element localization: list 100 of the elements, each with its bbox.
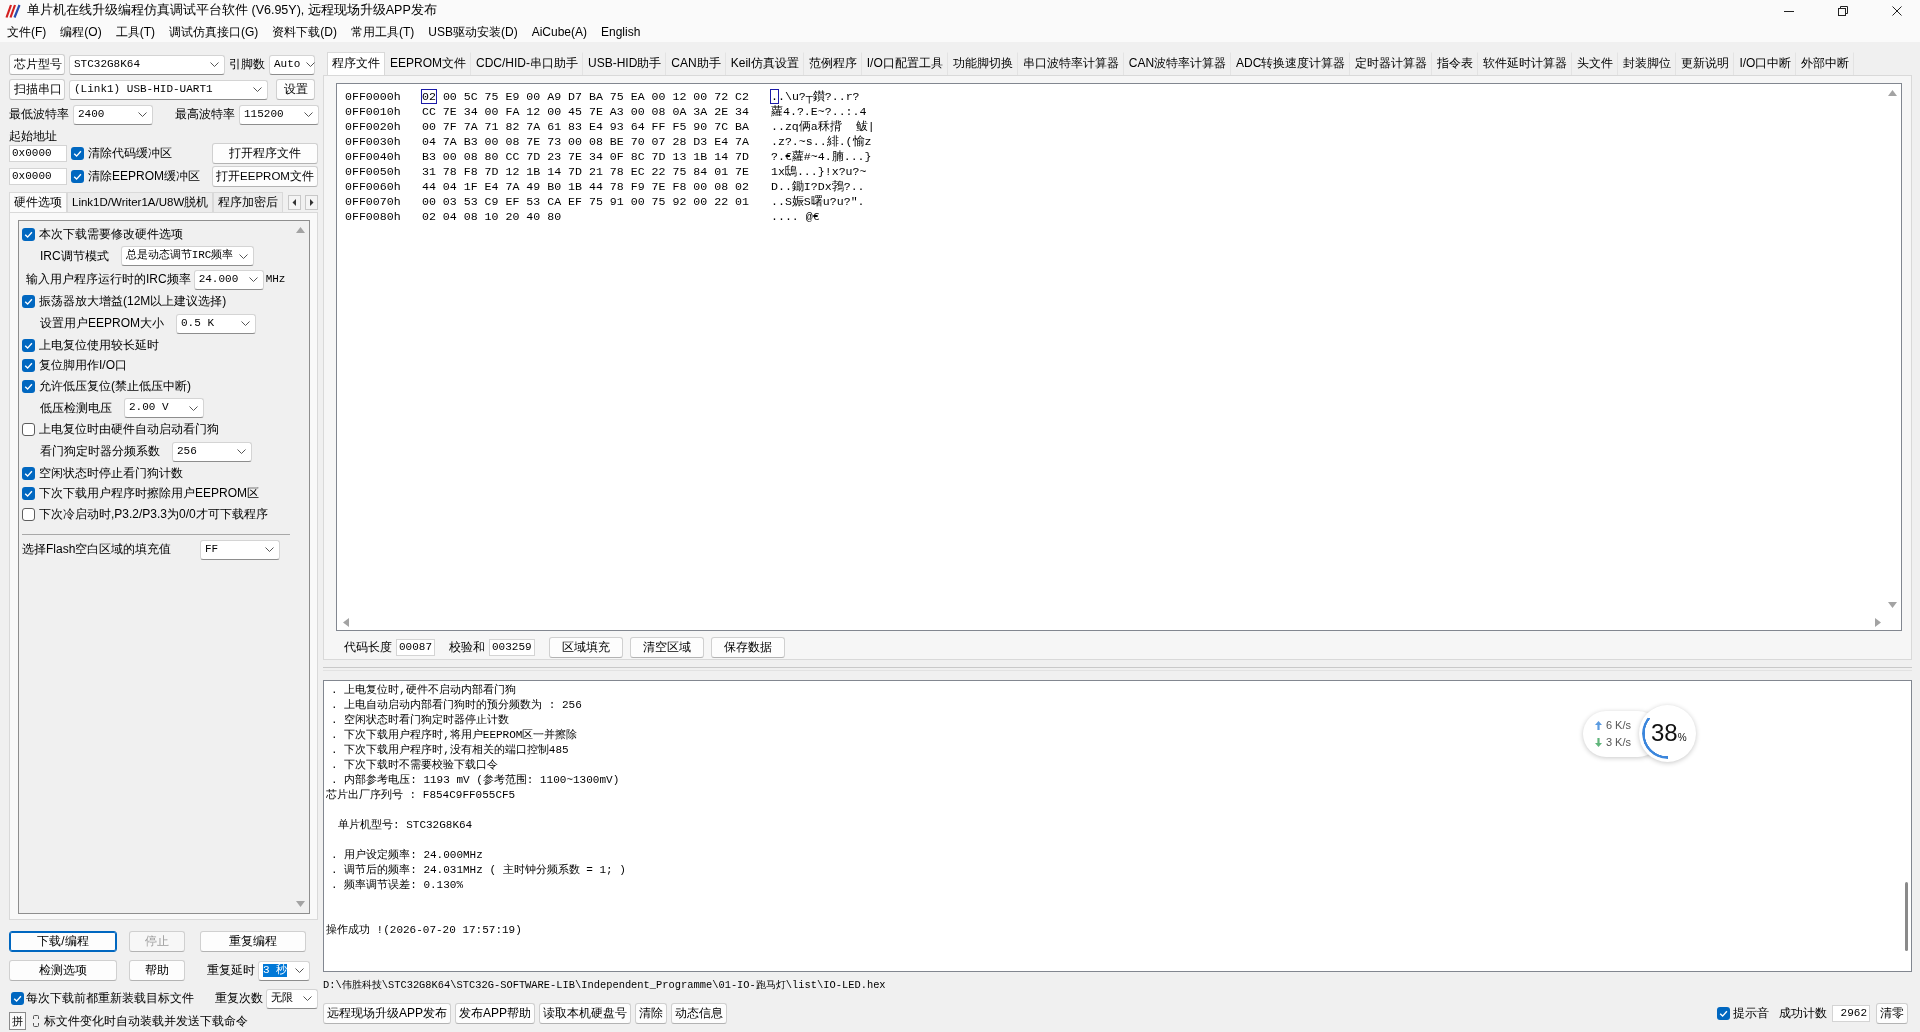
checkbox-label[interactable]: 复位脚用作I/O口 [39,358,127,374]
checkbox-label[interactable]: 空闲状态时停止看门狗计数 [39,465,183,481]
address-field[interactable]: 0x0000 [9,145,67,162]
checksum-label: 校验和 [449,639,485,655]
frequency-dropdown[interactable]: 24.000 [193,269,264,290]
menu-item[interactable]: 调试仿真接口(G) [163,24,265,40]
tab[interactable]: 硬件选项 [9,192,67,212]
chip-model-button[interactable]: 芯片型号 [9,54,65,75]
option-label: 设置用户EEPROM大小 [40,316,164,331]
checkbox-label[interactable]: 标文件变化时自动装载并发送下载命令 [44,1013,248,1029]
max-baud-dropdown[interactable]: 115200 [239,104,319,125]
option-dropdown[interactable]: 2.00 V [124,398,204,418]
chevron-down-icon [248,277,258,282]
hex-bytes: B3 00 08 80 CC 7D 23 7E 34 0F 8C 7D 13 1B 14 7D [422,149,750,164]
checkbox-label[interactable]: 振荡器放大增益(12M以上建议选择) [39,294,227,310]
success-count-label: 成功计数 [1779,1005,1827,1021]
buffer-button[interactable]: 保存数据 [710,636,785,658]
log-line: . 下次下载用户程序时,将用户EEPROM区一并擦除 [331,728,578,743]
checkbox[interactable] [11,992,24,1005]
restore-icon[interactable] [1838,6,1848,16]
down-arrow-icon [1594,737,1602,747]
tab[interactable]: 程序文件 [327,52,385,75]
checkbox-label[interactable]: 每次下载前都重新装载目标文件 [26,991,194,1006]
hex-ascii: D..鋤I?Dx鵓?.. [771,179,865,194]
checkbox-label[interactable]: 允许低压复位(禁止低压中断) [39,378,191,394]
pin-count-dropdown[interactable]: Auto [269,54,315,75]
option-dropdown[interactable]: 0.5 K [176,313,256,334]
action-button[interactable]: 检测选项 [9,960,117,981]
checkbox[interactable] [22,379,35,393]
scrollbar-thumb[interactable] [1904,882,1908,951]
checkbox[interactable] [22,227,35,241]
log-line: . 下次下载用户程序时,没有相关的端口控制485 [331,743,569,758]
repeat-count-dropdown[interactable]: 无限 [266,988,318,1009]
chevron-down-icon [304,112,313,117]
action-button[interactable]: 下载/编程 [9,931,117,952]
checkbox-label[interactable]: 下次冷启动时,P3.2/P3.3为0/0才可下载程序 [39,506,268,522]
checkbox-label[interactable]: 下次下载用户程序时擦除用户EEPROM区 [39,486,259,502]
checkbox[interactable] [71,170,84,183]
min-baud-dropdown[interactable]: 2400 [73,104,153,125]
menu-item[interactable]: 资料下载(D) [266,24,343,40]
checkbox-label[interactable]: 提示音 [1733,1005,1769,1021]
hex-ascii: .z?.~s..緋.(愉z [771,134,872,149]
checkbox[interactable] [22,487,35,501]
action-button[interactable]: 重复编程 [200,931,306,952]
open-file-button[interactable]: 打开程序文件 [212,143,318,164]
toolbar-button[interactable]: 清除 [635,1002,668,1024]
menu-item[interactable]: AiCube(A) [525,24,593,40]
buffer-button[interactable]: 区域填充 [548,636,623,658]
option-dropdown[interactable]: 总是动态调节IRC频率 [120,246,255,266]
chevron-down-icon [253,87,262,92]
menu-item[interactable]: 常用工具(T) [345,24,421,40]
option-label: 看门狗定时器分频系数 [40,444,160,459]
settings-button[interactable]: 设置 [276,79,315,100]
checkbox-label[interactable]: 清除代码缓冲区 [88,146,172,161]
toolbar-button[interactable]: 发布APP帮助 [455,1002,536,1024]
minimize-icon[interactable] [1784,10,1794,12]
log-line: 操作成功 !(2026-07-20 17:57:19) [326,923,522,938]
menu-item[interactable]: 编程(O) [54,24,108,40]
tab[interactable]: 程序加密后 [213,192,284,212]
repeat-delay-dropdown[interactable]: 3 秒 [258,960,310,981]
tab[interactable]: Link1D/Writer1A/U8W脱机 [67,192,214,212]
open-file-button[interactable]: 打开EEPROM文件 [212,166,318,187]
toolbar-button[interactable]: 远程现场升级APP发布 [323,1002,451,1024]
address-field[interactable]: 0x0000 [9,168,67,185]
fill-value-dropdown[interactable]: FF [200,539,280,560]
input-method-indicator[interactable]: 拼 [9,1012,26,1030]
checkbox-label[interactable]: 上电复位时由硬件自动启动看门狗 [39,422,219,438]
checkbox-label[interactable]: 上电复位使用较长延时 [39,337,159,353]
menu-item[interactable]: English [595,24,647,40]
chevron-down-icon [303,996,312,1001]
checkbox-label[interactable]: 本次下载需要修改硬件选项 [39,226,183,242]
hex-bytes: 31 78 F8 7D 12 1B 14 7D 21 78 EC 22 75 84 01 7E [422,164,750,179]
checkbox[interactable] [22,338,35,352]
reset-button[interactable]: 清零 [1876,1002,1908,1024]
log-line: . 内部参考电压: 1193 mV (参考范围: 1100~1300mV) [331,773,620,788]
option-dropdown[interactable]: 256 [172,441,252,462]
close-icon[interactable] [1892,6,1902,16]
toolbar-button[interactable]: 读取本机硬盘号 [539,1002,632,1024]
scan-port-button[interactable]: 扫描串口 [9,79,65,100]
checkbox[interactable] [71,147,84,160]
app-icon [5,4,21,18]
port-dropdown[interactable]: (Link1) USB-HID-UART1 [69,79,268,100]
start-address-label: 起始地址 [9,129,57,143]
toolbar-button[interactable]: 动态信息 [671,1002,728,1024]
chevron-down-icon [189,405,198,411]
menu-item[interactable]: USB驱动安装(D) [422,24,524,40]
checkbox[interactable] [22,295,35,309]
checkbox[interactable] [1717,1006,1730,1020]
menu-item[interactable]: 文件(F) [1,24,53,40]
checkbox[interactable] [22,466,35,480]
menu-item[interactable]: 工具(T) [109,24,161,40]
buffer-button[interactable]: 清空区域 [629,636,704,658]
chip-dropdown[interactable]: STC32G8K64 [69,54,225,75]
success-count-field: 2962 [1832,1004,1870,1022]
checkbox[interactable] [22,423,35,437]
checkbox[interactable] [22,507,35,521]
checkbox-label[interactable]: 清除EEPROM缓冲区 [88,169,200,184]
chevron-down-icon [306,62,316,67]
checkbox[interactable] [22,359,35,373]
action-button[interactable]: 帮助 [129,960,185,981]
